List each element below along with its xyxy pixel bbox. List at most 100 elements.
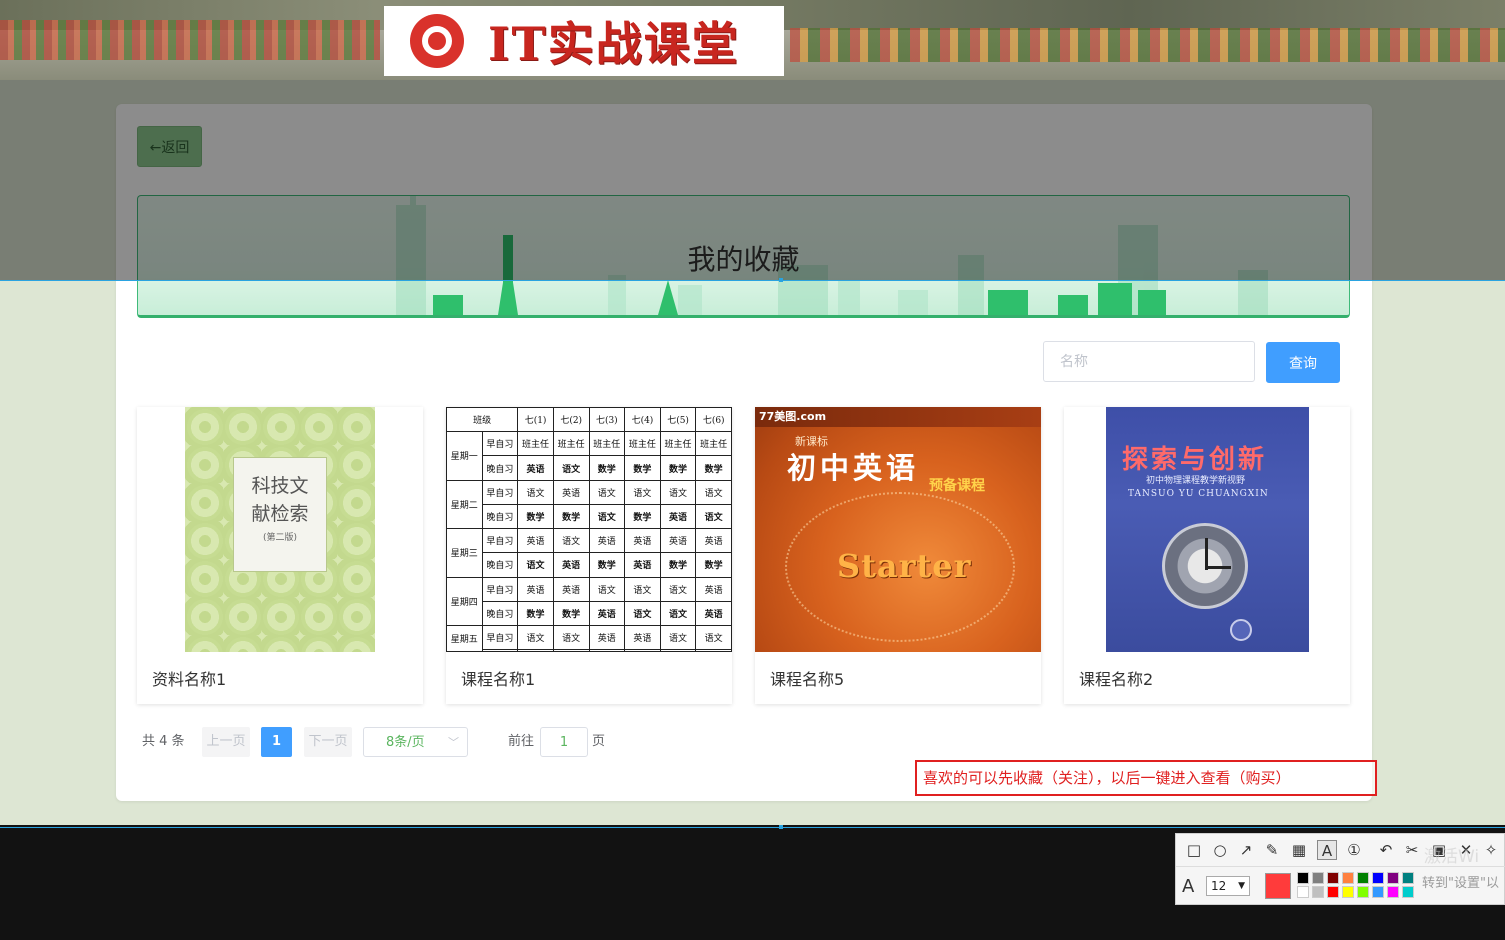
site-logo[interactable]: IT实战课堂 xyxy=(384,6,784,76)
schedule-cell xyxy=(481,649,519,652)
schedule-cell: 语文 xyxy=(659,624,697,651)
schedule-cell: 数学 xyxy=(552,503,590,530)
capture-selection-bottom-edge[interactable] xyxy=(0,827,1505,828)
chevron-down-icon: ﹀ xyxy=(448,736,459,749)
schedule-cell: 英语 xyxy=(517,528,554,554)
cover-top-band: 77美图.com xyxy=(755,407,1041,427)
schedule-cell: 班级 xyxy=(446,407,519,433)
schedule-cell: 晚自习 xyxy=(481,503,519,530)
annotation-textbox[interactable]: 喜欢的可以先收藏（关注），以后一键进入查看（购买） xyxy=(915,760,1377,796)
book-title: 科技文献检索 xyxy=(251,475,309,525)
palette-swatch[interactable] xyxy=(1387,872,1399,884)
palette-swatch[interactable] xyxy=(1312,886,1324,898)
palette-swatch[interactable] xyxy=(1372,886,1384,898)
text-tool-icon[interactable]: A xyxy=(1317,840,1337,860)
card-cover-image[interactable]: 班级 七(1) 七(2) 七(3) 七(4) 七(5) 七(6) 星期一 早自习班… xyxy=(446,407,732,652)
schedule-cell: 数学 xyxy=(624,455,661,481)
card-title[interactable]: 课程名称5 xyxy=(770,666,844,690)
schedule-cell: 班主任 xyxy=(695,431,732,457)
favorite-card[interactable]: 科技文献检索 (第二版) 资料名称1 xyxy=(137,407,423,704)
rectangle-tool-icon[interactable]: □ xyxy=(1184,840,1204,860)
prev-page-button[interactable]: 上一页 xyxy=(202,727,250,757)
schedule-cell xyxy=(552,649,590,652)
schedule-row: 晚自习 数学 数学 英语 语文 语文 英语 xyxy=(447,600,732,626)
schedule-cell: 数学 xyxy=(588,455,626,481)
card-cover-image[interactable]: 探索与创新 初中物理课程教学新视野 TANSUO YU CHUANGXIN xyxy=(1064,407,1350,652)
palette-swatch[interactable] xyxy=(1312,872,1324,884)
palette-swatch[interactable] xyxy=(1402,886,1414,898)
page-number-current[interactable]: 1 xyxy=(261,727,292,757)
palette-swatch[interactable] xyxy=(1357,886,1369,898)
palette-swatch[interactable] xyxy=(1372,872,1384,884)
favorite-card[interactable]: 探索与创新 初中物理课程教学新视野 TANSUO YU CHUANGXIN 课程… xyxy=(1064,407,1350,704)
palette-swatch[interactable] xyxy=(1342,886,1354,898)
schedule-cell: 班主任 xyxy=(552,431,590,457)
schedule-cell: 英语 xyxy=(517,576,554,602)
schedule-cell: 语文 xyxy=(624,600,661,626)
palette-swatch[interactable] xyxy=(1342,872,1354,884)
schedule-cell: 语文 xyxy=(517,552,554,578)
schedule-cell: 英语 xyxy=(695,528,732,554)
schedule-cell: 星期五 xyxy=(446,624,483,652)
schedule-cell: 数学 xyxy=(695,455,732,481)
schedule-cell: 英语 xyxy=(659,528,697,554)
current-color-swatch[interactable] xyxy=(1265,873,1291,899)
capture-resize-handle[interactable] xyxy=(779,825,783,829)
schedule-row: 星期二 早自习 语文 英语 语文 语文 语文 语文 xyxy=(446,479,732,530)
schedule-cell: 英语 xyxy=(552,479,590,505)
schedule-cell: 语文 xyxy=(517,624,554,651)
card-title[interactable]: 资料名称1 xyxy=(152,666,226,690)
schedule-cell: 语文 xyxy=(552,455,590,481)
palette-swatch[interactable] xyxy=(1327,872,1339,884)
favorite-card[interactable]: 班级 七(1) 七(2) 七(3) 七(4) 七(5) 七(6) 星期一 早自习班… xyxy=(446,407,732,704)
palette-swatch[interactable] xyxy=(1327,886,1339,898)
card-title[interactable]: 课程名称1 xyxy=(461,666,535,690)
palette-swatch[interactable] xyxy=(1357,872,1369,884)
card-title[interactable]: 课程名称2 xyxy=(1079,666,1153,690)
undo-icon[interactable]: ↶ xyxy=(1376,840,1396,860)
schedule-cell: 语文 xyxy=(517,479,554,505)
schedule-cell xyxy=(695,649,732,652)
os-activation-watermark: 激活Wi xyxy=(1424,847,1480,867)
palette-swatch[interactable] xyxy=(1297,886,1309,898)
schedule-cell: 班主任 xyxy=(517,431,554,457)
pencil-tool-icon[interactable]: ✎ xyxy=(1262,840,1282,860)
pagination: 共 4 条 上一页 1 下一页 8条/页 ﹀ 前往 1 页 xyxy=(142,727,742,757)
mosaic-tool-icon[interactable]: ▦ xyxy=(1289,840,1309,860)
page-jump-input[interactable]: 1 xyxy=(540,727,588,757)
arrow-tool-icon[interactable]: ↗ xyxy=(1236,840,1256,860)
schedule-row xyxy=(447,649,732,652)
capture-selection-top-edge[interactable] xyxy=(0,280,1505,281)
schedule-cell xyxy=(517,649,554,652)
schedule-cell: 早自习 xyxy=(481,431,519,457)
number-tool-icon[interactable]: ① xyxy=(1344,840,1364,860)
palette-swatch[interactable] xyxy=(1387,886,1399,898)
schedule-cell: 七(4) xyxy=(624,407,661,433)
schedule-cell: 英语 xyxy=(624,528,661,554)
favorite-card[interactable]: 77美图.com 新课标 初中英语 预备课程 Starter 课程名称5 xyxy=(755,407,1041,704)
palette-swatch[interactable] xyxy=(1297,872,1309,884)
card-cover-image[interactable]: 科技文献检索 (第二版) xyxy=(137,407,423,652)
schedule-cell: 七(5) xyxy=(659,407,697,433)
cover-subtitle: 初中物理课程教学新视野 xyxy=(1146,476,1246,486)
schedule-cell: 数学 xyxy=(517,503,554,530)
next-page-button[interactable]: 下一页 xyxy=(304,727,352,757)
palette-swatch[interactable] xyxy=(1402,872,1414,884)
page-size-select[interactable]: 8条/页 ﹀ xyxy=(363,727,468,757)
schedule-row: 星期五 早自习 语文 语文 英语 英语 语文 语文 xyxy=(446,624,732,652)
card-cover-image[interactable]: 77美图.com 新课标 初中英语 预备课程 Starter xyxy=(755,407,1041,652)
schedule-cell: 语文 xyxy=(624,576,661,602)
schedule-cell: 星期二 xyxy=(446,479,483,530)
capture-resize-handle[interactable] xyxy=(779,278,783,282)
schedule-cell: 英语 xyxy=(588,600,626,626)
cover-pinyin: TANSUO YU CHUANGXIN xyxy=(1128,489,1269,499)
os-activation-hint: 转到"设置"以 xyxy=(1422,876,1499,891)
schedule-cell: 晚自习 xyxy=(481,552,519,578)
cut-icon[interactable]: ✂ xyxy=(1402,840,1422,860)
schedule-cell: 英语 xyxy=(695,600,732,626)
font-size-select[interactable]: 12 ▼ xyxy=(1206,876,1250,896)
pin-icon[interactable]: ✧ xyxy=(1481,840,1501,860)
ellipse-tool-icon[interactable]: ○ xyxy=(1210,840,1230,860)
search-button[interactable]: 查询 xyxy=(1266,342,1340,383)
search-input[interactable] xyxy=(1043,341,1255,382)
